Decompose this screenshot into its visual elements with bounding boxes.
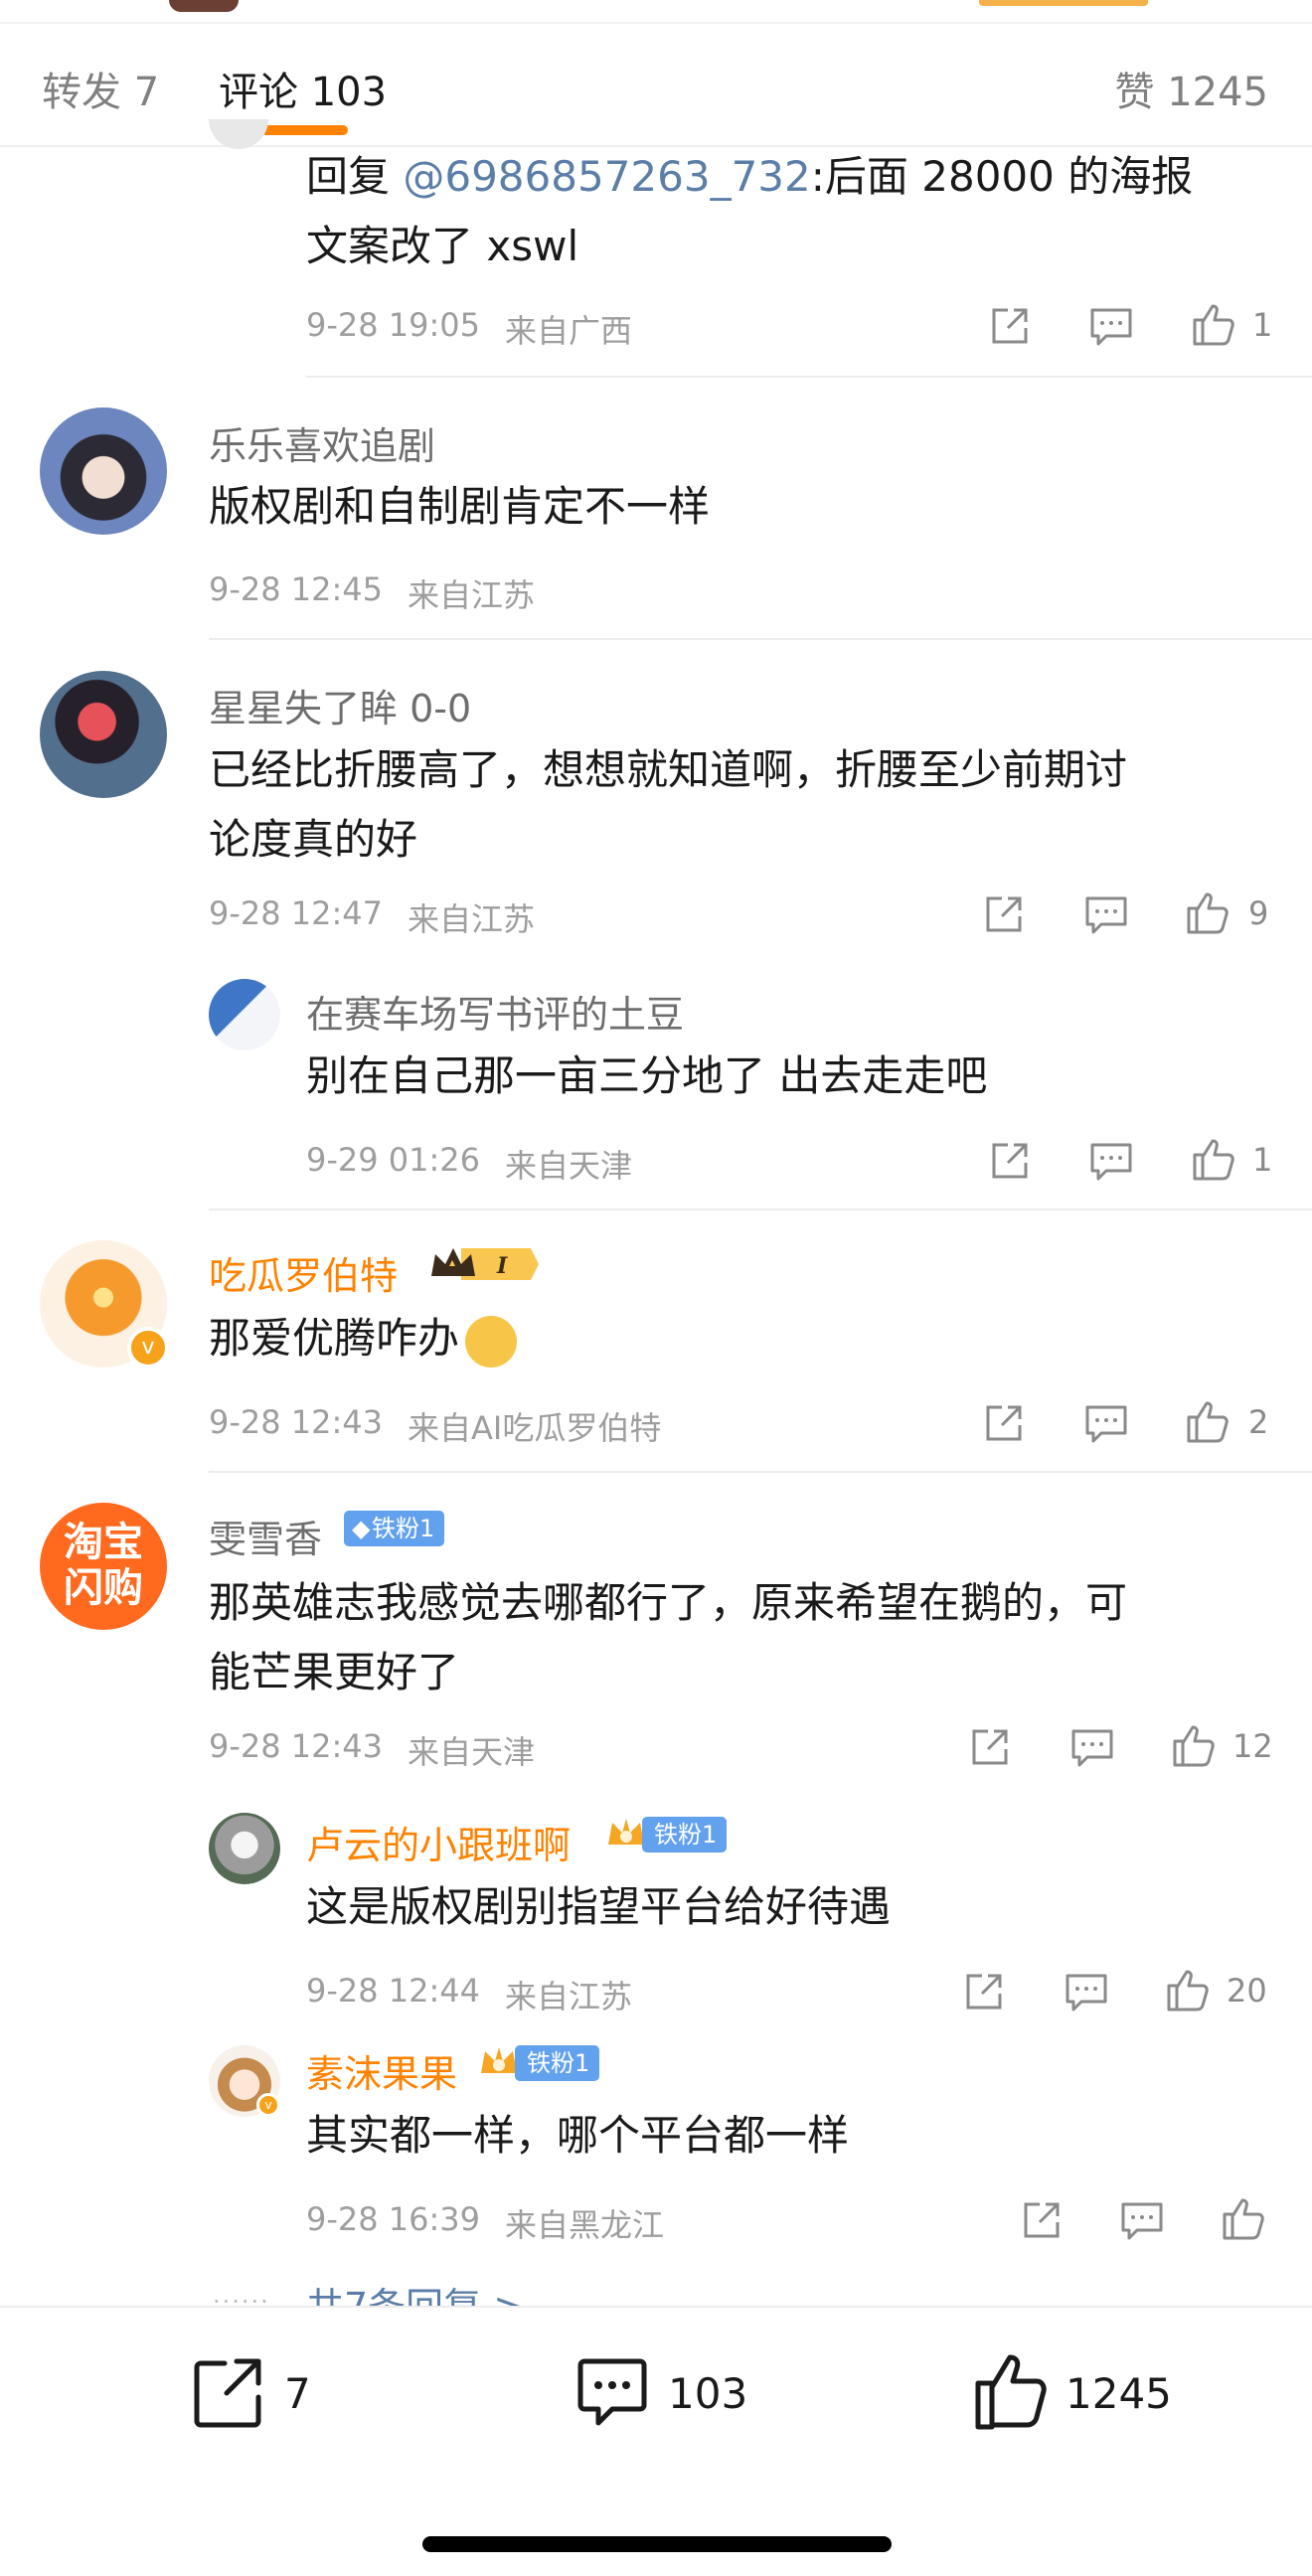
username[interactable]: 卢云的小跟班啊	[306, 1815, 571, 1869]
tab-bar: 转发 7 评论 103 赞 1245	[0, 28, 1312, 147]
like-icon[interactable]	[1189, 300, 1236, 348]
comment-time: 9-28 12:43	[209, 1727, 384, 1765]
divider	[209, 1471, 1312, 1473]
like-count[interactable]: 1245	[1066, 2369, 1172, 2418]
username[interactable]: 在赛车场写书评的土豆	[306, 984, 684, 1039]
tab-comments[interactable]: 评论 103	[219, 60, 387, 117]
reply-time: 9-29 01:26	[306, 1141, 481, 1179]
like-icon[interactable]	[1183, 1397, 1230, 1445]
username[interactable]: 乐乐喜欢追剧	[209, 415, 435, 470]
comment-time: 9-28 12:43	[209, 1403, 384, 1441]
like-icon[interactable]	[1189, 1135, 1236, 1183]
comment-location: 来自天津	[408, 1733, 536, 1771]
verified-badge-icon: v	[256, 2093, 280, 2117]
avatar[interactable]	[209, 979, 280, 1050]
avatar[interactable]	[40, 407, 167, 535]
tab-likes[interactable]: 赞 1245	[1114, 60, 1268, 117]
like-count: 9	[1248, 894, 1269, 932]
comment-time: 9-28 12:45	[209, 570, 384, 608]
divider	[209, 1208, 1312, 1210]
like-icon[interactable]	[970, 2349, 1050, 2433]
comment-text: 版权剧和自制剧肯定不一样	[209, 482, 711, 531]
comment-location: 来自江苏	[408, 576, 536, 614]
comment-icon[interactable]	[1083, 1401, 1129, 1445]
share-icon[interactable]	[968, 1725, 1012, 1769]
diamond-icon: ◆	[352, 1515, 371, 1542]
comment-icon[interactable]	[1088, 1139, 1134, 1183]
previous-avatar-fragment	[169, 0, 239, 12]
reply-text: 其实都一样，哪个平台都一样	[306, 2111, 850, 2160]
reply-location: 来自黑龙江	[505, 2206, 665, 2244]
username[interactable]: 素沫果果	[306, 2043, 457, 2098]
divider	[209, 638, 1312, 640]
like-count: 12	[1232, 1727, 1273, 1765]
username[interactable]: 星星失了眸 0-0	[209, 678, 471, 732]
comment-icon[interactable]	[1064, 1970, 1109, 2013]
comment-count[interactable]: 103	[668, 2369, 747, 2418]
like-icon[interactable]	[1183, 888, 1230, 936]
verified-badge-icon: v	[127, 1327, 169, 1368]
comment-time: 9-28 12:47	[209, 894, 384, 932]
emoji-icon	[465, 1315, 518, 1368]
comment-text-line2: 论度真的好	[209, 815, 418, 864]
reply-text: 别在自己那一亩三分地了 出去走走吧	[306, 1051, 988, 1100]
comment-text: 那英雄志我感觉去哪都行了，原来希望在鹅的，可	[209, 1578, 1128, 1627]
comment-location: 来自江苏	[408, 900, 536, 938]
fan-badge: ◆ 铁粉1	[344, 1511, 445, 1546]
like-count: 1	[1252, 1141, 1273, 1179]
username[interactable]: 吃瓜罗伯特	[209, 1245, 398, 1300]
fan-badge: 铁粉1	[642, 1817, 728, 1852]
like-count: 20	[1227, 1972, 1267, 2010]
crown-badge-icon: I	[431, 1248, 539, 1280]
comment-icon[interactable]	[1119, 2198, 1165, 2242]
username[interactable]: 雯雪香	[209, 1509, 322, 1563]
like-icon[interactable]	[1169, 1721, 1217, 1769]
active-tab-indicator	[260, 125, 348, 135]
comment-icon[interactable]	[573, 2353, 652, 2433]
like-icon[interactable]	[1163, 1966, 1211, 2013]
share-icon[interactable]	[982, 1401, 1026, 1445]
share-icon[interactable]	[988, 1139, 1032, 1183]
fan-badge: 铁粉1	[515, 2045, 600, 2081]
reply-text: 这是版权剧别指望平台给好待遇	[306, 1882, 892, 1931]
comment-icon[interactable]	[1083, 892, 1129, 936]
tab-repost[interactable]: 转发 7	[42, 60, 159, 117]
reply-time: 9-28 12:44	[306, 1972, 481, 2010]
comment-icon[interactable]	[1069, 1725, 1115, 1769]
previous-button-fragment	[979, 0, 1148, 6]
comment-text: 回复 @6986857263_732:后面 28000 的海报	[306, 152, 1194, 201]
share-icon[interactable]	[988, 304, 1032, 348]
comment-text: 已经比折腰高了，想想就知道啊，折腰至少前期讨	[209, 745, 1128, 794]
mention-link[interactable]: @6986857263_732	[403, 152, 810, 201]
share-icon[interactable]	[962, 1970, 1006, 2013]
comment-location: 来自AI吃瓜罗伯特	[408, 1409, 662, 1447]
share-icon[interactable]	[1020, 2198, 1064, 2242]
reply-time: 9-28 16:39	[306, 2200, 481, 2238]
comment-icon[interactable]	[1088, 304, 1134, 348]
reply-location: 来自天津	[505, 1147, 633, 1185]
comment-location: 来自广西	[505, 312, 633, 350]
comment-text-line2: 能芒果更好了	[209, 1648, 460, 1696]
comment-text: 那爱优腾咋办	[209, 1304, 518, 1373]
like-icon[interactable]	[1219, 2194, 1266, 2242]
share-icon[interactable]	[189, 2353, 268, 2433]
avatar[interactable]	[40, 671, 167, 798]
like-count: 2	[1248, 1403, 1269, 1441]
avatar[interactable]: 淘宝 闪购	[40, 1503, 167, 1630]
comment-text-line2: 文案改了 xswl	[306, 222, 579, 270]
top-divider	[0, 22, 1312, 24]
divider	[306, 376, 1312, 378]
avatar[interactable]	[209, 1813, 280, 1884]
share-icon[interactable]	[982, 892, 1026, 936]
comment-time: 9-28 19:05	[306, 306, 481, 344]
like-count: 1	[1252, 306, 1273, 344]
repost-count[interactable]: 7	[284, 2369, 311, 2418]
reply-location: 来自江苏	[505, 1978, 633, 2015]
svg-text:I: I	[496, 1253, 508, 1279]
home-indicator[interactable]	[422, 2536, 892, 2552]
